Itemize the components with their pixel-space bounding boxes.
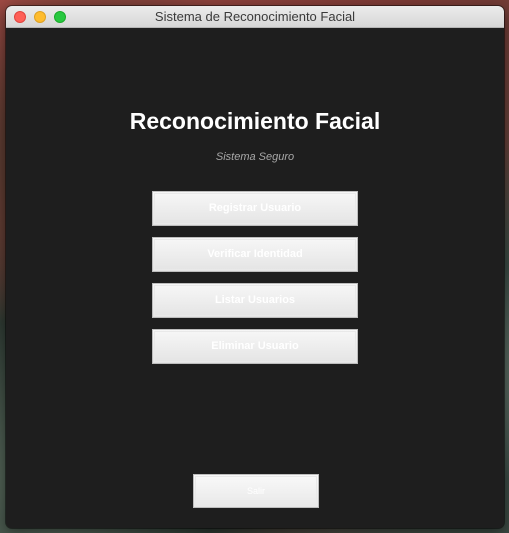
main-panel: Reconocimiento Facial Sistema Seguro Reg…	[6, 28, 504, 528]
verify-identity-button[interactable]: Verificar Identidad	[152, 237, 358, 272]
page-subtitle: Sistema Seguro	[215, 151, 295, 163]
window-title: Sistema de Reconocimiento Facial	[154, 9, 356, 24]
list-users-button[interactable]: Listar Usuarios	[152, 283, 358, 318]
page-title: Reconocimiento Facial	[129, 108, 381, 134]
register-user-button[interactable]: Registrar Usuario	[152, 191, 358, 226]
app-window: Sistema de Reconocimiento Facial Reconoc…	[6, 6, 504, 528]
title-bar[interactable]: Sistema de Reconocimiento Facial	[6, 6, 504, 28]
exit-button[interactable]: Salir	[193, 474, 319, 508]
delete-user-button[interactable]: Eliminar Usuario	[152, 329, 358, 364]
